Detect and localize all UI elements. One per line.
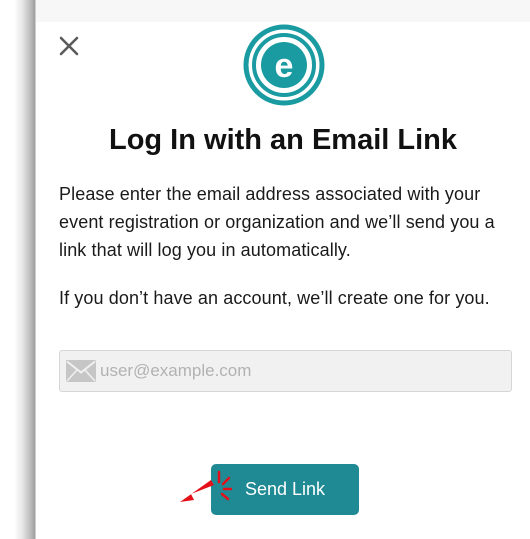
login-modal: e Log In with an Email Link Please enter…	[0, 0, 530, 539]
logo-letter: e	[275, 47, 294, 85]
close-icon	[59, 36, 79, 56]
modal-edge-shadow	[0, 0, 36, 539]
send-link-button[interactable]: Send Link	[211, 464, 359, 515]
email-field[interactable]	[59, 350, 512, 392]
close-button[interactable]	[57, 34, 81, 58]
no-account-text: If you don’t have an account, we’ll crea…	[59, 288, 490, 308]
top-bar	[36, 0, 530, 22]
envelope-icon	[66, 360, 96, 382]
instructions-text: Please enter the email address associate…	[59, 184, 495, 260]
page-title: Log In with an Email Link	[108, 124, 457, 156]
event-logo-icon: e	[243, 24, 325, 106]
email-input[interactable]	[100, 351, 505, 391]
